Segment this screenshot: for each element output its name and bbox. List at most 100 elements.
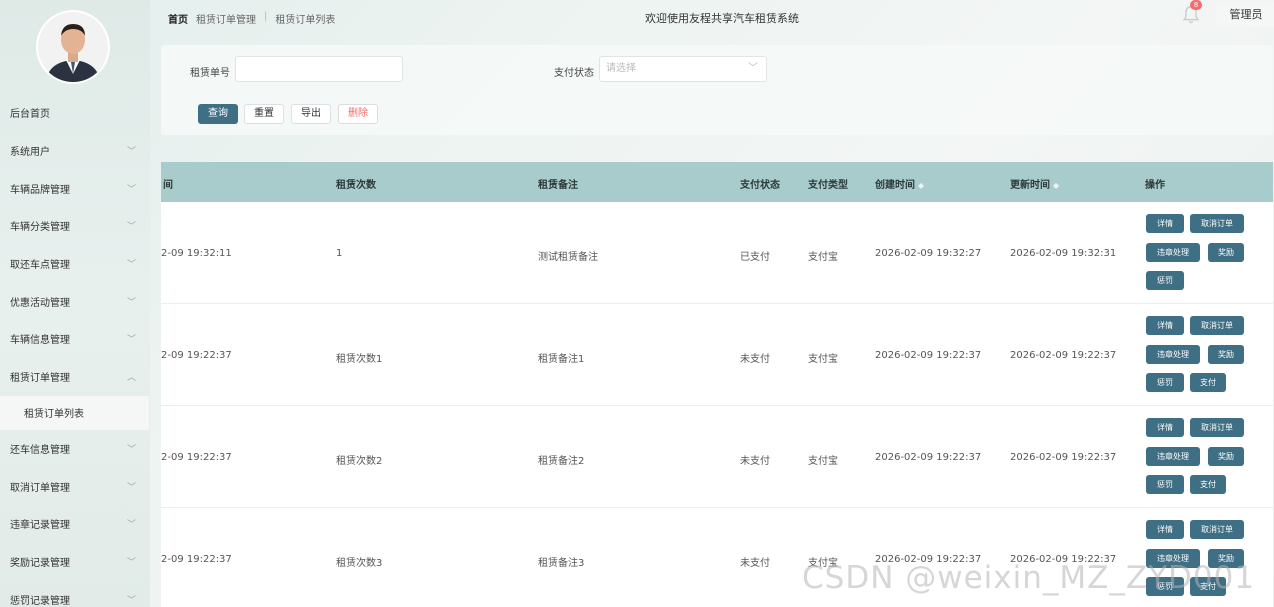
cell-note: 租赁备注2 <box>538 456 585 467</box>
cell-note: 测试租赁备注 <box>538 252 598 263</box>
detail-button[interactable]: 详情 <box>1146 316 1184 335</box>
sidebar-item-pickup-points[interactable]: 取还车点管理 ﹀ <box>0 245 150 283</box>
reset-button[interactable]: 重置 <box>244 104 284 124</box>
header-created[interactable]: 创建时间 ◆ <box>875 176 924 191</box>
system-title: 欢迎使用友程共享汽车租赁系统 <box>645 12 799 25</box>
sidebar-item-cancel-orders[interactable]: 取消订单管理 ﹀ <box>0 467 150 505</box>
sidebar-item-return-info[interactable]: 还车信息管理 ﹀ <box>0 430 150 468</box>
table-header: 间 租赁次数 租赁备注 支付状态 支付类型 创建时间 ◆ 更新时间 ◆ 操作 <box>161 162 1273 202</box>
punish-button[interactable]: 惩罚 <box>1146 373 1184 392</box>
cell-time: 2-09 19:22:37 <box>161 452 232 463</box>
cancel-order-button[interactable]: 取消订单 <box>1190 214 1244 233</box>
chevron-down-icon: ﹀ <box>126 444 136 455</box>
table-row: 2-09 19:32:11 1 测试租赁备注 已支付 支付宝 2026-02-0… <box>161 202 1273 304</box>
breadcrumb-home[interactable]: 首页 <box>168 11 188 26</box>
violation-button[interactable]: 违章处理 <box>1146 345 1200 364</box>
sidebar-item-rewards[interactable]: 奖励记录管理 ﹀ <box>0 543 150 581</box>
cancel-order-button[interactable]: 取消订单 <box>1190 316 1244 335</box>
cell-count: 租赁次数1 <box>336 354 383 365</box>
sidebar-item-promotions[interactable]: 优惠活动管理 ﹀ <box>0 282 150 320</box>
header-pay-status: 支付状态 <box>740 180 780 191</box>
export-button[interactable]: 导出 <box>291 104 331 124</box>
sidebar-item-label: 违章记录管理 <box>10 520 70 532</box>
cell-created: 2026-02-09 19:22:37 <box>875 350 982 361</box>
detail-button[interactable]: 详情 <box>1146 214 1184 233</box>
chevron-down-icon: ﹀ <box>126 260 136 271</box>
cell-updated: 2026-02-09 19:22:37 <box>1010 452 1117 463</box>
pay-button[interactable]: 支付 <box>1190 475 1226 494</box>
pay-status-select[interactable]: 请选择 ﹀ <box>599 56 767 82</box>
cell-created: 2026-02-09 19:32:27 <box>875 248 982 259</box>
punish-button[interactable]: 惩罚 <box>1146 271 1184 290</box>
sidebar-item-brand[interactable]: 车辆品牌管理 ﹀ <box>0 169 150 207</box>
notification-badge: 8 <box>1190 0 1202 10</box>
sidebar-item-label: 车辆信息管理 <box>10 335 70 347</box>
header-created-label: 创建时间 <box>875 180 915 191</box>
violation-button[interactable]: 违章处理 <box>1146 243 1200 262</box>
sort-icon[interactable]: ◆ <box>918 181 924 190</box>
detail-button[interactable]: 详情 <box>1146 520 1184 539</box>
cell-pay-status: 未支付 <box>740 558 770 569</box>
chevron-down-icon: ﹀ <box>126 222 136 233</box>
table-row: 2-09 19:22:37 租赁次数2 租赁备注2 未支付 支付宝 2026-0… <box>161 406 1273 508</box>
cell-time: 2-09 19:32:11 <box>161 248 232 259</box>
sidebar-item-vehicle-info[interactable]: 车辆信息管理 ﹀ <box>0 320 150 358</box>
header-note: 租赁备注 <box>538 180 578 191</box>
header-updated-label: 更新时间 <box>1010 180 1050 191</box>
avatar-image <box>38 12 108 82</box>
chevron-down-icon: ﹀ <box>126 147 136 158</box>
cell-note: 租赁备注1 <box>538 354 585 365</box>
cell-note: 租赁备注3 <box>538 558 585 569</box>
cell-count: 租赁次数2 <box>336 456 383 467</box>
sidebar-item-label: 取消订单管理 <box>10 482 70 494</box>
pay-status-placeholder: 请选择 <box>606 63 636 74</box>
reward-button[interactable]: 奖励 <box>1208 447 1244 466</box>
chevron-down-icon: ﹀ <box>126 184 136 195</box>
violation-button[interactable]: 违章处理 <box>1146 447 1200 466</box>
header-updated[interactable]: 更新时间 ◆ <box>1010 176 1059 191</box>
sidebar-item-label: 奖励记录管理 <box>10 557 70 569</box>
sidebar-item-label: 车辆分类管理 <box>10 222 70 234</box>
cell-pay-status: 已支付 <box>740 252 770 263</box>
sidebar-subitem-order-list[interactable]: 租赁订单列表 <box>0 395 149 430</box>
breadcrumb: 首页 租赁订单管理 | 租赁订单列表 <box>168 11 335 26</box>
delete-button[interactable]: 删除 <box>338 104 378 124</box>
sidebar-item-rental-orders[interactable]: 租赁订单管理 ︿ <box>0 358 150 396</box>
orders-table: 间 租赁次数 租赁备注 支付状态 支付类型 创建时间 ◆ 更新时间 ◆ 操作 2-0… <box>161 162 1273 607</box>
sidebar-item-system-users[interactable]: 系统用户 ﹀ <box>0 132 150 170</box>
pay-status-label: 支付状态 <box>554 68 594 79</box>
sidebar-menu: 后台首页 系统用户 ﹀ 车辆品牌管理 ﹀ 车辆分类管理 ﹀ 取还车点管理 ﹀ 优… <box>0 94 150 607</box>
sidebar-item-violations[interactable]: 违章记录管理 ﹀ <box>0 505 150 543</box>
cell-pay-status: 未支付 <box>740 456 770 467</box>
order-number-input[interactable] <box>235 56 403 82</box>
query-button[interactable]: 查询 <box>198 104 238 124</box>
cell-pay-type: 支付宝 <box>808 456 838 467</box>
header-ops: 操作 <box>1145 180 1165 191</box>
cell-count: 租赁次数3 <box>336 558 383 569</box>
sidebar-item-home[interactable]: 后台首页 <box>0 94 150 132</box>
header-pay-type: 支付类型 <box>808 180 848 191</box>
breadcrumb-separator: | <box>264 11 268 22</box>
detail-button[interactable]: 详情 <box>1146 418 1184 437</box>
cell-pay-status: 未支付 <box>740 354 770 365</box>
cancel-order-button[interactable]: 取消订单 <box>1190 418 1244 437</box>
chevron-down-icon: ﹀ <box>126 595 136 606</box>
sidebar-subitem-label: 租赁订单列表 <box>24 409 84 420</box>
avatar[interactable] <box>38 12 108 82</box>
chevron-up-icon: ︿ <box>126 373 136 384</box>
sidebar-item-label: 取还车点管理 <box>10 260 70 272</box>
cell-time: 2-09 19:22:37 <box>161 554 232 565</box>
breadcrumb-item[interactable]: 租赁订单管理 <box>196 11 256 26</box>
admin-menu-button[interactable]: 管理员 <box>1216 3 1274 27</box>
reward-button[interactable]: 奖励 <box>1208 243 1244 262</box>
cell-pay-type: 支付宝 <box>808 354 838 365</box>
sidebar-item-label: 惩罚记录管理 <box>10 595 70 607</box>
sidebar-item-category[interactable]: 车辆分类管理 ﹀ <box>0 207 150 245</box>
reward-button[interactable]: 奖励 <box>1208 345 1244 364</box>
pay-button[interactable]: 支付 <box>1190 373 1226 392</box>
sort-icon[interactable]: ◆ <box>1053 181 1059 190</box>
sidebar-item-penalties[interactable]: 惩罚记录管理 ﹀ <box>0 580 150 607</box>
cancel-order-button[interactable]: 取消订单 <box>1190 520 1244 539</box>
punish-button[interactable]: 惩罚 <box>1146 475 1184 494</box>
watermark: CSDN @weixin_MZ_ZYD001 <box>802 560 1256 596</box>
